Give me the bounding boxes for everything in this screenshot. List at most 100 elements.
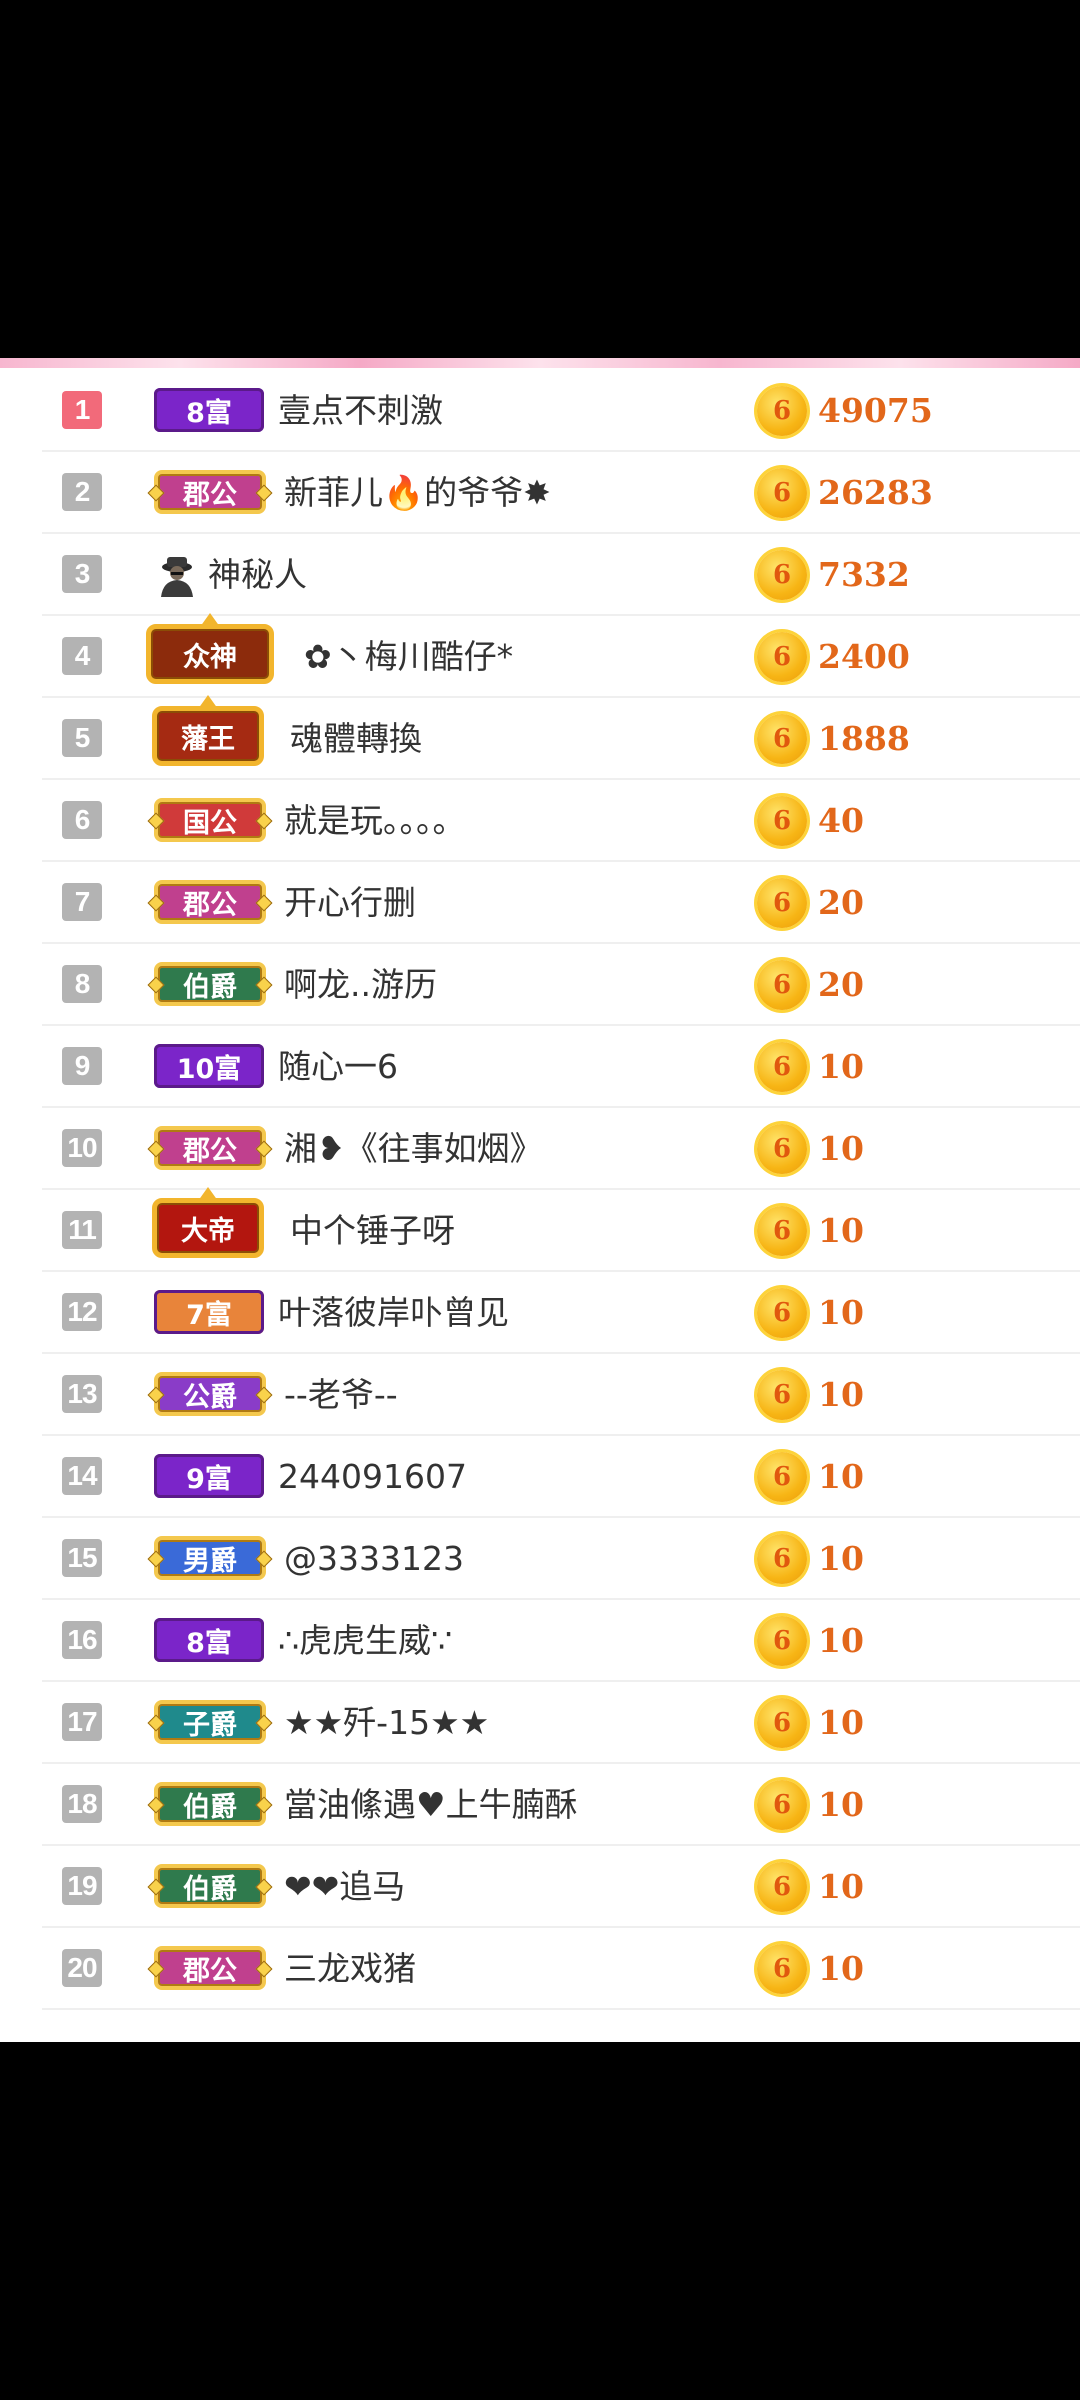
leaderboard-row[interactable]: 7 郡公 开心行删 6 20 [42, 862, 1080, 944]
leaderboard-row[interactable]: 16 8富 ∴虎虎生威∵ 6 10 [42, 1600, 1080, 1682]
level-badge: 8富 [154, 388, 264, 432]
contribution-amount: 10 [818, 1621, 864, 1660]
contribution-amount: 10 [818, 1129, 864, 1168]
badge-ornament [147, 1878, 165, 1896]
coin-icon: 6 [757, 1698, 807, 1748]
crown-icon [198, 1187, 218, 1201]
coin-icon: 6 [757, 468, 807, 518]
user-name[interactable]: 开心行删 [284, 862, 416, 944]
badge-label: 国公 [183, 807, 237, 839]
rank-number: 20 [62, 1949, 102, 1987]
contribution-amount: 26283 [818, 473, 933, 512]
leaderboard-row[interactable]: 4 众神 ✿丶梅川酷仔* 6 2400 [42, 613, 1080, 698]
rank-number: 15 [62, 1539, 102, 1577]
rank-number: 2 [62, 473, 102, 511]
user-name[interactable]: 随心一6 [278, 1026, 398, 1108]
leaderboard-row[interactable]: 18 伯爵 當油絛遇♥上牛腩酥 6 10 [42, 1764, 1080, 1846]
coin-icon: 6 [757, 1780, 807, 1830]
user-name[interactable]: 當油絛遇♥上牛腩酥 [284, 1764, 578, 1846]
leaderboard-row[interactable]: 19 伯爵 ❤❤追马 6 10 [42, 1846, 1080, 1928]
coin-icon: 6 [757, 714, 807, 764]
bottom-blank-area [0, 2042, 1080, 2400]
leaderboard-row[interactable]: 1 8富 壹点不刺激 6 49075 [42, 370, 1080, 452]
leaderboard-row[interactable]: 11 大帝 中个锤子呀 6 10 [42, 1187, 1080, 1272]
badge-ornament [255, 1550, 273, 1568]
user-name[interactable]: 湘❥《往事如烟》 [284, 1108, 543, 1190]
leaderboard-row[interactable]: 3 神秘人 6 7332 [42, 534, 1080, 616]
rank-number: 5 [62, 719, 102, 757]
leaderboard-row[interactable]: 13 公爵 --老爷-- 6 10 [42, 1354, 1080, 1436]
leaderboard-row[interactable]: 6 国公 就是玩。。。。 6 40 [42, 780, 1080, 862]
user-name[interactable]: ★★歼-15★★ [284, 1682, 489, 1764]
coin-icon: 6 [757, 1534, 807, 1584]
badge-ornament [147, 1386, 165, 1404]
contribution-amount: 10 [818, 1949, 864, 1988]
coin-icon: 6 [757, 1944, 807, 1994]
leaderboard-row[interactable]: 20 郡公 三龙戏猪 6 10 [42, 1928, 1080, 2010]
coin-icon: 6 [757, 550, 807, 600]
user-name[interactable]: ✿丶梅川酷仔* [304, 616, 513, 698]
contribution-amount: 10 [818, 1703, 864, 1742]
leaderboard-row[interactable]: 15 男爵 @3333123 6 10 [42, 1518, 1080, 1600]
level-badge: 大帝 [152, 1187, 264, 1258]
leaderboard-row[interactable]: 8 伯爵 啊龙..游历 6 20 [42, 944, 1080, 1026]
user-name[interactable]: 啊龙..游历 [284, 944, 437, 1026]
leaderboard-row[interactable]: 17 子爵 ★★歼-15★★ 6 10 [42, 1682, 1080, 1764]
user-name[interactable]: ❤❤追马 [284, 1846, 405, 1928]
coin-icon: 6 [757, 1862, 807, 1912]
leaderboard-row[interactable]: 10 郡公 湘❥《往事如烟》 6 10 [42, 1108, 1080, 1190]
level-badge: 子爵 [147, 1700, 273, 1744]
badge-label: 郡公 [183, 1135, 237, 1167]
contribution-amount: 7332 [818, 555, 910, 594]
rank-number: 18 [62, 1785, 102, 1823]
badge-ornament [255, 484, 273, 502]
leaderboard-row[interactable]: 12 7富 叶落彼岸卟曾见 6 10 [42, 1272, 1080, 1354]
leaderboard-row[interactable]: 2 郡公 新菲儿🔥的爷爷✸ 6 26283 [42, 452, 1080, 534]
level-badge: 藩王 [152, 695, 264, 766]
badge-ornament [255, 1878, 273, 1896]
leaderboard-row[interactable]: 5 藩王 魂體轉換 6 1888 [42, 695, 1080, 780]
leaderboard-row[interactable]: 9 10富 随心一6 6 10 [42, 1026, 1080, 1108]
user-name[interactable]: 中个锤子呀 [290, 1190, 455, 1272]
user-name[interactable]: 新菲儿🔥的爷爷✸ [284, 452, 551, 534]
level-badge: 众神 [146, 613, 274, 684]
rank-number: 14 [62, 1457, 102, 1495]
level-badge: 伯爵 [147, 1864, 273, 1908]
user-name[interactable]: 三龙戏猪 [284, 1928, 416, 2010]
rank-number: 10 [62, 1129, 102, 1167]
user-name[interactable]: 244091607 [278, 1436, 467, 1518]
level-badge: 男爵 [147, 1536, 273, 1580]
badge-ornament [255, 976, 273, 994]
level-badge: 8富 [154, 1618, 264, 1662]
user-name[interactable]: 神秘人 [208, 534, 307, 616]
badge-ornament [147, 812, 165, 830]
user-name[interactable]: 就是玩。。。。 [284, 780, 466, 862]
contribution-amount: 10 [818, 1785, 864, 1824]
level-badge: 10富 [154, 1044, 264, 1088]
badge-ornament [255, 1714, 273, 1732]
user-name[interactable]: --老爷-- [284, 1354, 398, 1436]
user-name[interactable]: ∴虎虎生威∵ [278, 1600, 452, 1682]
badge-ornament [147, 1960, 165, 1978]
level-badge: 国公 [147, 798, 273, 842]
user-name[interactable]: 壹点不刺激 [278, 370, 443, 452]
badge-label: 众神 [183, 641, 237, 673]
badge-ornament [147, 1140, 165, 1158]
coin-icon: 6 [757, 796, 807, 846]
coin-icon: 6 [757, 1616, 807, 1666]
leaderboard-row[interactable]: 14 9富 244091607 6 10 [42, 1436, 1080, 1518]
badge-label: 9富 [186, 1463, 232, 1495]
rank-number: 17 [62, 1703, 102, 1741]
user-name[interactable]: 魂體轉換 [290, 698, 422, 780]
rank-number: 3 [62, 555, 102, 593]
badge-label: 伯爵 [183, 971, 237, 1003]
badge-label: 大帝 [181, 1215, 235, 1247]
badge-ornament [255, 1796, 273, 1814]
badge-ornament [255, 1960, 273, 1978]
user-name[interactable]: @3333123 [284, 1518, 464, 1600]
badge-ornament [147, 894, 165, 912]
rank-number: 4 [62, 637, 102, 675]
badge-ornament [255, 894, 273, 912]
user-name[interactable]: 叶落彼岸卟曾见 [278, 1272, 509, 1354]
badge-label: 伯爵 [183, 1791, 237, 1823]
